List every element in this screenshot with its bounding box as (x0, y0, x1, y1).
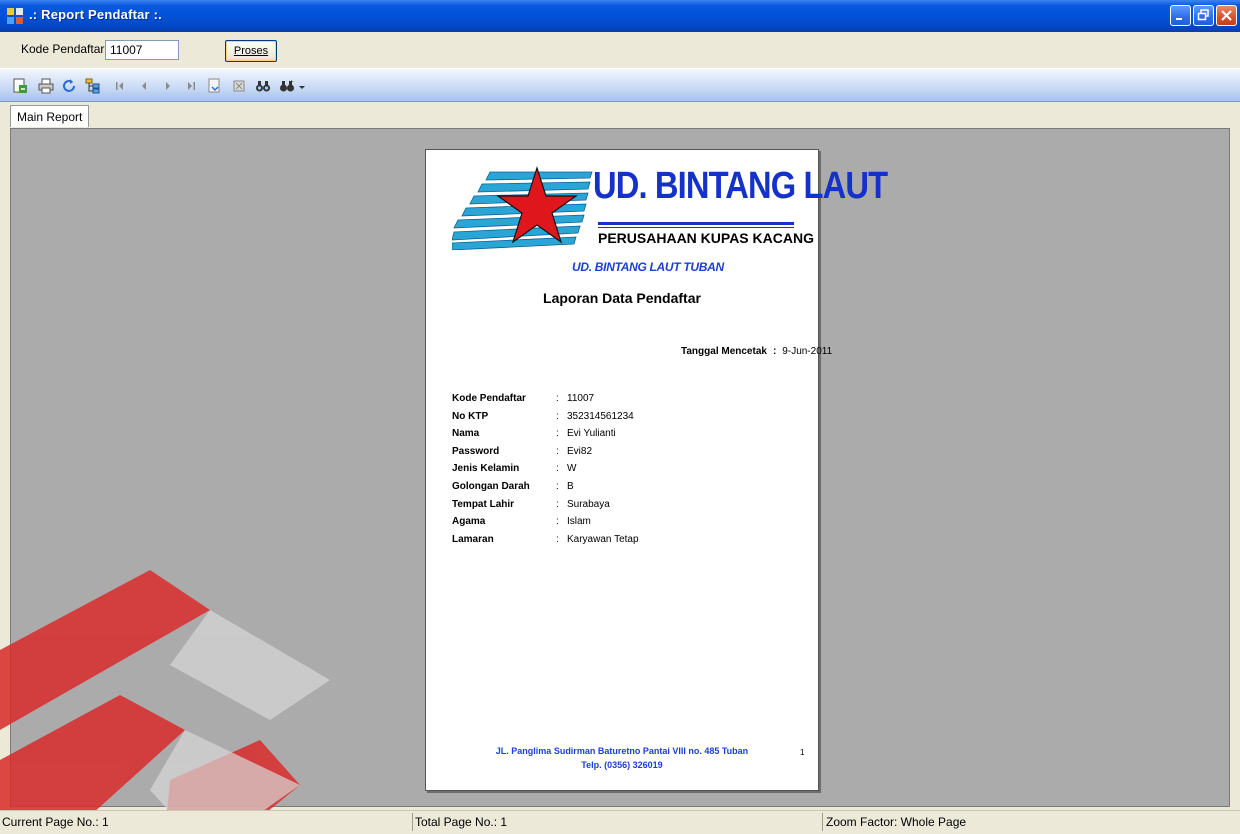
group-tree-icon[interactable] (85, 78, 101, 94)
minimize-icon (1176, 18, 1182, 20)
field-colon: : (556, 533, 559, 545)
field-colon: : (556, 463, 559, 475)
restore-icon (1197, 9, 1209, 21)
status-divider (822, 813, 823, 831)
svg-text:+: + (289, 79, 294, 86)
current-page-status: Current Page No.: 1 (2, 815, 109, 829)
report-footer: JL. Panglima Sudirman Baturetno Pantai V… (426, 744, 818, 772)
total-page-status: Total Page No.: 1 (415, 815, 508, 829)
print-date-colon: : (772, 346, 777, 357)
close-button[interactable] (1216, 5, 1237, 26)
field-value: 11007 (567, 393, 595, 404)
field-label: Jenis Kelamin (452, 463, 520, 475)
field-label: Tempat Lahir (452, 498, 515, 510)
field-label: Password (452, 445, 500, 457)
app-window-icon (7, 8, 23, 24)
report-page: UD. BINTANG LAUT PERUSAHAAN KUPAS KACANG… (425, 149, 888, 791)
field-value: Surabaya (567, 498, 610, 510)
prev-page-icon[interactable] (136, 78, 152, 94)
field-colon: : (556, 393, 559, 404)
status-divider (412, 813, 413, 831)
report-tabs: Main Report (0, 102, 1240, 128)
parameter-panel: Kode Pendaftar Proses (0, 32, 1240, 68)
field-value: Karyawan Tetap (567, 533, 639, 545)
field-row: Jenis Kelamin: W (452, 460, 792, 478)
tab-main-report[interactable]: Main Report (10, 105, 90, 127)
field-label: No KTP (452, 410, 489, 422)
footer-phone: Telp. (0356) 326019 (581, 760, 663, 770)
field-row: Nama: Evi Yulianti (452, 425, 792, 443)
close-icon (1221, 10, 1232, 21)
print-date: Tanggal Mencetak:9-Jun-2011 (681, 346, 832, 357)
window-title: .: Report Pendaftar :. (29, 7, 162, 22)
report-viewer[interactable]: UD. BINTANG LAUT PERUSAHAAN KUPAS KACANG… (10, 128, 1230, 807)
brand-rule-thin (598, 227, 794, 228)
report-title: Laporan Data Pendaftar (543, 290, 701, 306)
stop-icon[interactable] (231, 78, 247, 94)
first-page-icon[interactable] (112, 78, 128, 94)
field-value: Evi Yulianti (567, 428, 616, 440)
field-label: Golongan Darah (452, 480, 530, 492)
field-value: 352314561234 (567, 410, 634, 422)
brand-subtitle: PERUSAHAAN KUPAS KACANG (598, 230, 814, 246)
print-date-label: Tanggal Mencetak (681, 346, 767, 357)
proses-button[interactable]: Proses (225, 40, 277, 62)
minimize-button[interactable] (1170, 5, 1191, 26)
brand-rule (598, 222, 794, 225)
last-page-icon[interactable] (183, 78, 199, 94)
field-value: B (567, 480, 574, 492)
field-row: Kode Pendaftar:11007 (452, 390, 792, 408)
field-row: Lamaran: Karyawan Tetap (452, 531, 792, 549)
refresh-icon[interactable] (61, 78, 77, 94)
field-value: W (567, 463, 577, 475)
field-colon: : (556, 445, 559, 457)
print-date-value: 9-Jun-2011 (782, 346, 833, 357)
field-row: Password: Evi82 (452, 443, 792, 461)
field-label: Kode Pendaftar (452, 393, 526, 404)
export-icon[interactable] (12, 78, 28, 94)
company-city: UD. BINTANG LAUT TUBAN (572, 260, 724, 274)
field-colon: : (556, 410, 559, 422)
page-number: 1 (800, 748, 805, 757)
field-label: Agama (452, 516, 486, 528)
kode-pendaftar-label: Kode Pendaftar (21, 42, 105, 56)
field-label: Lamaran (452, 533, 494, 545)
search-icon[interactable] (255, 78, 271, 94)
company-logo-icon (452, 166, 593, 250)
field-row: Golongan Darah: B (452, 478, 792, 496)
field-colon: : (556, 428, 559, 440)
proses-button-label: Proses (233, 45, 269, 57)
print-icon[interactable] (38, 78, 54, 94)
maximize-button[interactable] (1193, 5, 1214, 26)
zoom-icon[interactable]: + (279, 78, 307, 94)
field-row: No KTP:352314561234 (452, 408, 792, 426)
footer-address: JL. Panglima Sudirman Baturetno Pantai V… (495, 746, 749, 756)
kode-pendaftar-input[interactable] (105, 40, 179, 60)
next-page-icon[interactable] (160, 78, 176, 94)
field-row: Tempat Lahir: Surabaya (452, 496, 792, 514)
field-value: Islam (567, 516, 591, 528)
report-toolbar: + (0, 68, 1240, 102)
window-title-bar[interactable]: .: Report Pendaftar :. (0, 0, 1240, 32)
field-colon: : (556, 516, 559, 528)
field-row: Agama: Islam (452, 513, 792, 531)
status-bar: Current Page No.: 1 Total Page No.: 1 Zo… (0, 810, 1240, 834)
applicant-fields: Kode Pendaftar:11007 No KTP:352314561234 N… (452, 390, 792, 548)
goto-page-icon[interactable] (206, 78, 222, 94)
field-value: Evi82 (567, 445, 593, 457)
field-colon: : (556, 480, 559, 492)
field-colon: : (556, 498, 559, 510)
field-label: Nama (452, 428, 480, 440)
brand-name: UD. BINTANG LAUT (593, 165, 888, 207)
zoom-factor-status: Zoom Factor: Whole Page (826, 815, 967, 829)
